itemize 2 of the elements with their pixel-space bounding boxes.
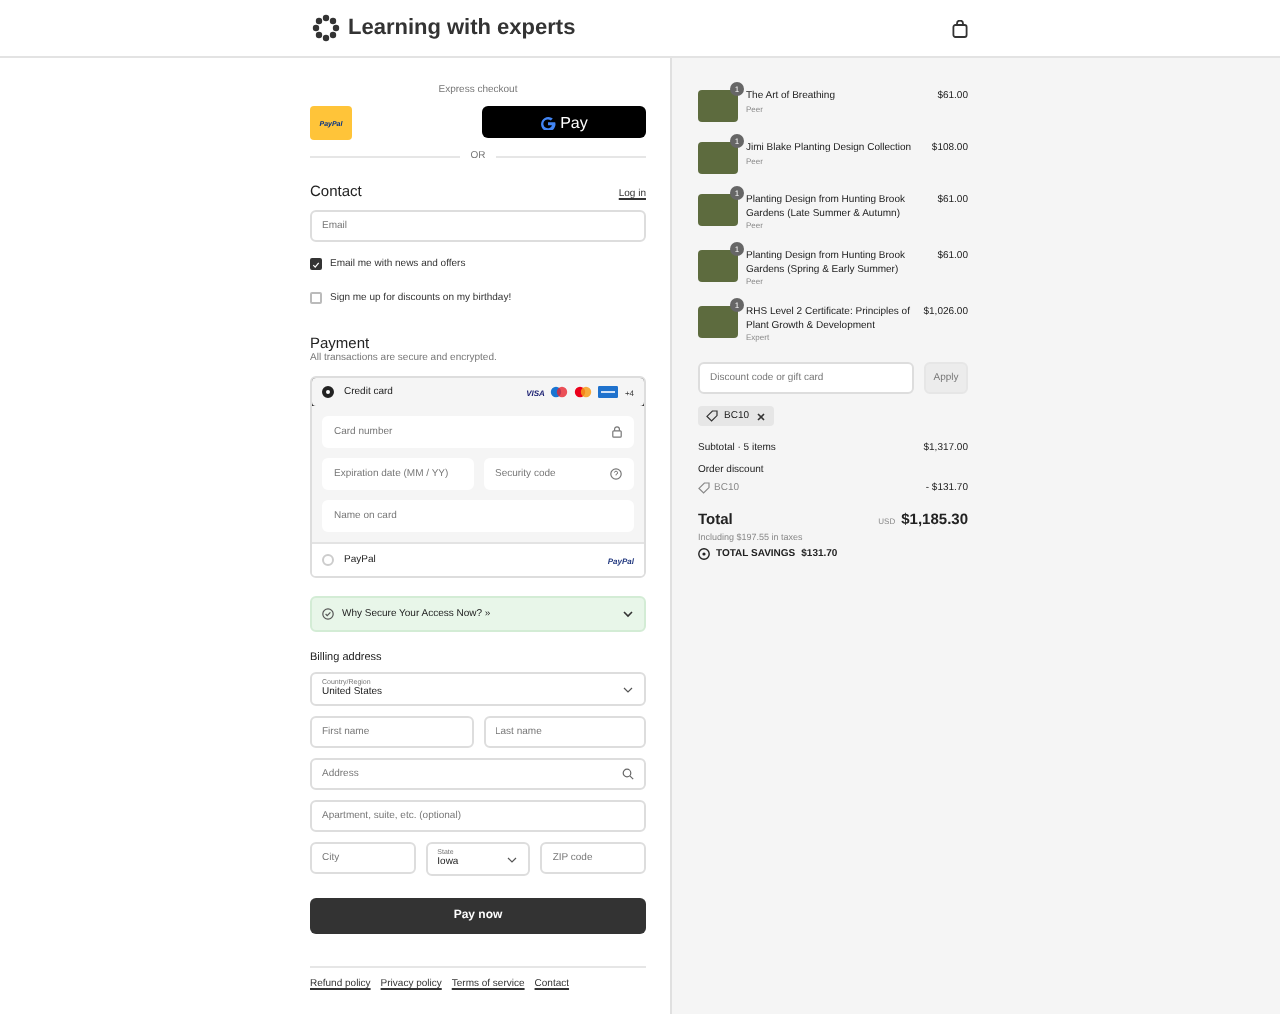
google-pay-button[interactable]: Pay <box>482 106 646 138</box>
brand-name: Learning with experts <box>348 16 576 40</box>
